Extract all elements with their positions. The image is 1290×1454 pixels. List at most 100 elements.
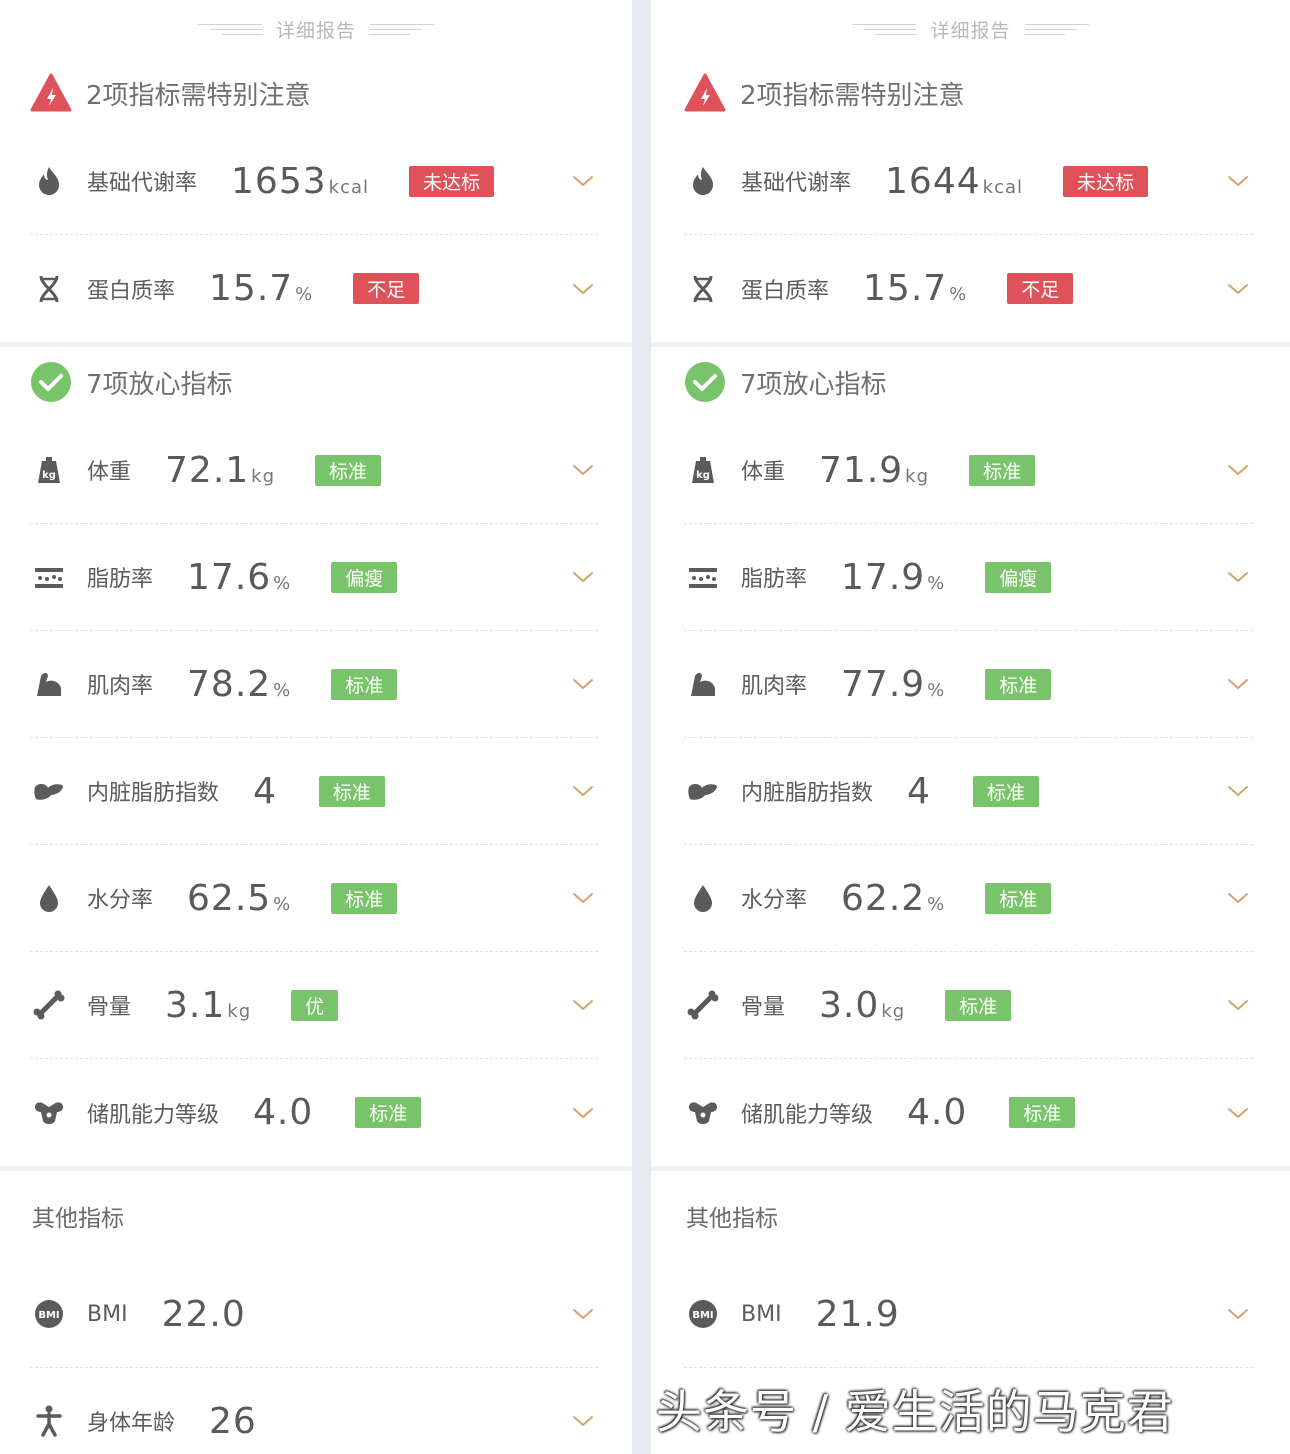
metric-row[interactable]: 骨量 3.0 kg 标准 xyxy=(684,952,1253,1059)
chevron-down-icon[interactable] xyxy=(1227,677,1249,691)
metric-row[interactable]: kg 体重 71.9 kg 标准 xyxy=(684,417,1253,524)
metric-number: 1653 xyxy=(231,160,327,202)
other-section: 其他指标 BMI BMI 21.9 xyxy=(651,1171,1290,1368)
metric-row[interactable]: 储肌能力等级 4.0 标准 xyxy=(30,1059,598,1166)
check-circle-icon xyxy=(685,362,725,402)
chevron-down-icon[interactable] xyxy=(572,677,594,691)
metric-unit: % xyxy=(273,679,292,701)
title-decoration-right xyxy=(1024,23,1089,35)
warn-section-title: 2项指标需特别注意 xyxy=(86,80,311,111)
chevron-down-icon[interactable] xyxy=(1227,1106,1249,1120)
body-age-icon xyxy=(36,1405,62,1437)
metric-row[interactable]: 储肌能力等级 4.0 标准 xyxy=(684,1059,1253,1166)
chevron-down-icon[interactable] xyxy=(572,570,594,584)
title-decoration-right xyxy=(370,23,434,35)
metric-row[interactable]: 水分率 62.5% 标准 xyxy=(30,845,598,952)
warn-section: 2项指标需特别注意 基础代谢率 1644 kcal 未达标 蛋白质率 15.7% 不足 xyxy=(651,58,1290,342)
chevron-down-icon[interactable] xyxy=(1227,174,1249,188)
metric-unit: kg xyxy=(905,465,930,487)
metric-row[interactable]: 脂肪率 17.6% 偏瘦 xyxy=(30,524,598,631)
metric-unit: kcal xyxy=(328,176,369,198)
chevron-down-icon[interactable] xyxy=(1227,570,1249,584)
metric-unit: kg xyxy=(227,1000,252,1022)
status-badge: 标准 xyxy=(972,775,1039,807)
status-badge: 标准 xyxy=(331,668,398,700)
metric-row[interactable]: 内脏脂肪指数 4 标准 xyxy=(30,738,598,845)
metric-value: 3.0 kg xyxy=(819,985,905,1026)
metric-label: 基础代谢率 xyxy=(87,171,198,196)
metric-label: 肌肉率 xyxy=(741,674,808,699)
chevron-down-icon[interactable] xyxy=(572,1414,594,1428)
svg-text:BMI: BMI xyxy=(38,1310,59,1321)
metric-row[interactable]: kg 体重 72.1 kg 标准 xyxy=(30,417,598,524)
panel-divider xyxy=(632,0,651,1454)
watermark-text: 头条号 / 爱生活的马克君 xyxy=(656,1385,1174,1439)
metric-unit: kcal xyxy=(982,176,1023,198)
metric-value: 3.1 kg xyxy=(165,985,251,1026)
metric-row[interactable]: BMI BMI 21.9 xyxy=(684,1261,1253,1368)
metric-label: BMI xyxy=(87,1301,128,1327)
chevron-down-icon[interactable] xyxy=(1227,891,1249,905)
metric-row[interactable]: 身体年龄 26 xyxy=(30,1368,598,1454)
status-badge: 偏瘦 xyxy=(985,561,1052,593)
muscle-storage-icon xyxy=(35,1101,63,1124)
metric-row[interactable]: 基础代谢率 1653 kcal 未达标 xyxy=(30,128,598,235)
metric-number: 17.6 xyxy=(187,556,272,598)
metric-value: 1644 kcal xyxy=(885,161,1023,202)
metric-label: 肌肉率 xyxy=(87,674,154,699)
metric-unit: kg xyxy=(251,465,276,487)
metric-label: BMI xyxy=(741,1301,782,1327)
metric-number: 15.7 xyxy=(863,268,948,309)
chevron-down-icon[interactable] xyxy=(572,1307,594,1321)
status-badge: 优 xyxy=(291,989,339,1021)
metric-label: 水分率 xyxy=(741,888,808,913)
status-badge: 标准 xyxy=(331,882,398,914)
metric-row[interactable]: 蛋白质率 15.7% 不足 xyxy=(30,235,598,342)
metric-number: 62.5 xyxy=(187,877,272,919)
metric-row[interactable]: 蛋白质率 15.7% 不足 xyxy=(684,235,1253,342)
chevron-down-icon[interactable] xyxy=(572,998,594,1012)
bmi-icon: BMI xyxy=(689,1300,717,1328)
chevron-down-icon[interactable] xyxy=(1227,998,1249,1012)
chevron-down-icon[interactable] xyxy=(572,1106,594,1120)
metric-value: 62.2% xyxy=(841,878,945,919)
report-panel-right: 详细报告 2项指标需特别注意 基础代谢率 1644 kcal 未达标 蛋白质率 15.7%… xyxy=(651,0,1290,1454)
metric-label: 储肌能力等级 xyxy=(87,1102,220,1128)
bone-icon xyxy=(33,990,65,1020)
metric-number: 77.9 xyxy=(841,663,926,705)
chevron-down-icon[interactable] xyxy=(1227,463,1249,477)
metric-row[interactable]: 骨量 3.1 kg 优 xyxy=(30,952,598,1059)
chevron-down-icon[interactable] xyxy=(572,282,594,296)
chevron-down-icon[interactable] xyxy=(1227,1307,1249,1321)
metric-value: 21.9 xyxy=(816,1294,902,1335)
metric-number: 3.1 xyxy=(165,984,226,1026)
chevron-down-icon[interactable] xyxy=(572,784,594,798)
chevron-down-icon[interactable] xyxy=(572,891,594,905)
report-panel-left: 详细报告 2项指标需特别注意 基础代谢率 1653 kcal 未达标 蛋白质率 15.7%… xyxy=(0,0,632,1454)
status-badge: 标准 xyxy=(318,775,385,807)
status-badge: 标准 xyxy=(945,989,1012,1021)
metric-row[interactable]: 肌肉率 78.2% 标准 xyxy=(30,631,598,738)
ok-section-header: 7项放心指标 xyxy=(684,347,1253,417)
metric-label: 储肌能力等级 xyxy=(741,1102,874,1128)
report-title: 详细报告 xyxy=(651,0,1290,58)
metric-row[interactable]: BMI BMI 22.0 xyxy=(30,1261,598,1368)
chevron-down-icon[interactable] xyxy=(572,463,594,477)
metric-number: 26 xyxy=(209,1400,257,1442)
chevron-down-icon[interactable] xyxy=(1227,784,1249,798)
chevron-down-icon[interactable] xyxy=(1227,282,1249,296)
metric-value: 62.5% xyxy=(187,878,291,919)
status-badge: 未达标 xyxy=(409,165,495,197)
metric-row[interactable]: 水分率 62.2% 标准 xyxy=(684,845,1253,952)
metric-unit: % xyxy=(949,284,968,305)
metric-row[interactable]: 脂肪率 17.9% 偏瘦 xyxy=(684,524,1253,631)
bone-icon xyxy=(687,990,719,1020)
metric-label: 内脏脂肪指数 xyxy=(741,781,874,806)
title-decoration-left xyxy=(197,23,262,35)
warn-rows: 基础代谢率 1644 kcal 未达标 蛋白质率 15.7% 不足 xyxy=(684,128,1253,342)
metric-row[interactable]: 内脏脂肪指数 4 标准 xyxy=(684,738,1253,845)
metric-number: 4.0 xyxy=(907,1092,968,1133)
metric-row[interactable]: 基础代谢率 1644 kcal 未达标 xyxy=(684,128,1253,235)
metric-row[interactable]: 肌肉率 77.9% 标准 xyxy=(684,631,1253,738)
chevron-down-icon[interactable] xyxy=(572,174,594,188)
